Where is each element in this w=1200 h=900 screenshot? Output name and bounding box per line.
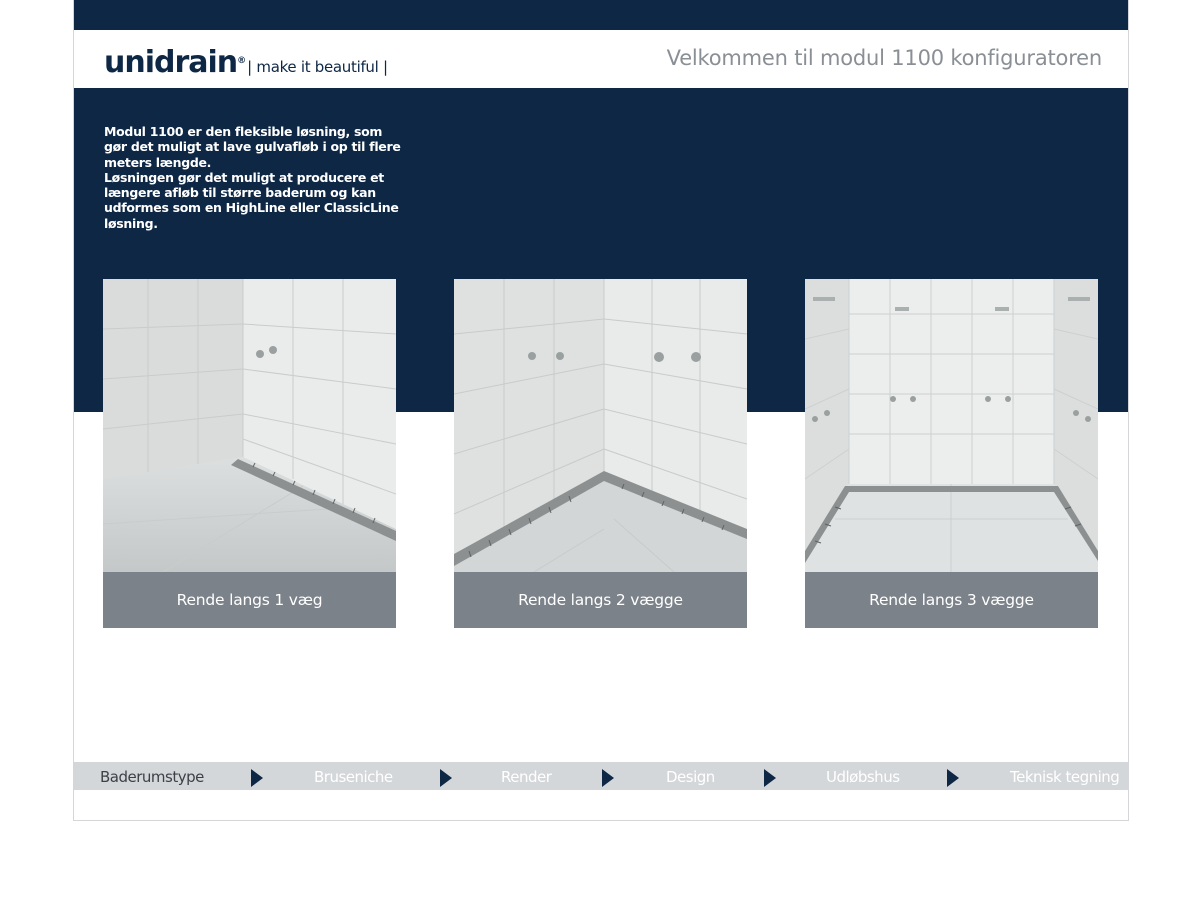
bathroom-1-wall-image: [103, 279, 396, 572]
unidrain-logo[interactable]: unidrain ® | make it beautiful |: [104, 40, 388, 80]
card-2-walls[interactable]: Rende langs 2 vægge: [454, 279, 747, 628]
triangle-right-icon: [602, 769, 614, 787]
intro-paragraph-1: Modul 1100 er den fleksible løsning, som…: [104, 124, 401, 170]
card-3-walls[interactable]: Rende langs 3 vægge: [805, 279, 1098, 628]
intro-paragraph-2: Løsningen gør det muligt at producere et…: [104, 169, 399, 231]
triangle-right-icon: [764, 769, 776, 787]
step-render[interactable]: Render: [501, 762, 552, 790]
card-label: Rende langs 1 væg: [103, 572, 396, 628]
card-1-wall[interactable]: Rende langs 1 væg: [103, 279, 396, 628]
welcome-title: Velkommen til modul 1100 konfiguratoren: [666, 46, 1103, 70]
card-label: Rende langs 3 vægge: [805, 572, 1098, 628]
card-label: Rende langs 2 vægge: [454, 572, 747, 628]
registered-mark: ®: [237, 56, 246, 66]
step-baderumstype[interactable]: Baderumstype: [100, 762, 204, 790]
header: unidrain ® | make it beautiful | Velkomm…: [74, 30, 1128, 88]
logo-wordmark: unidrain ®: [104, 45, 246, 80]
intro-text: Modul 1100 er den fleksible løsning, som…: [104, 124, 404, 231]
step-bruseniche[interactable]: Bruseniche: [314, 762, 393, 790]
triangle-right-icon: [251, 769, 263, 787]
logo-text: unidrain: [104, 45, 238, 80]
bathroom-2-walls-image: [454, 279, 747, 572]
step-teknisk-tegning[interactable]: Teknisk tegning: [1010, 762, 1120, 790]
logo-tagline: | make it beautiful |: [247, 58, 388, 76]
top-bar: [74, 0, 1128, 30]
step-udlobshus[interactable]: Udløbshus: [826, 762, 900, 790]
triangle-right-icon: [947, 769, 959, 787]
step-navigation: Baderumstype Bruseniche Render Design Ud…: [74, 762, 1128, 790]
configurator-frame: unidrain ® | make it beautiful | Velkomm…: [73, 0, 1129, 821]
triangle-right-icon: [440, 769, 452, 787]
step-design[interactable]: Design: [666, 762, 715, 790]
bathroom-3-walls-image: [805, 279, 1098, 572]
